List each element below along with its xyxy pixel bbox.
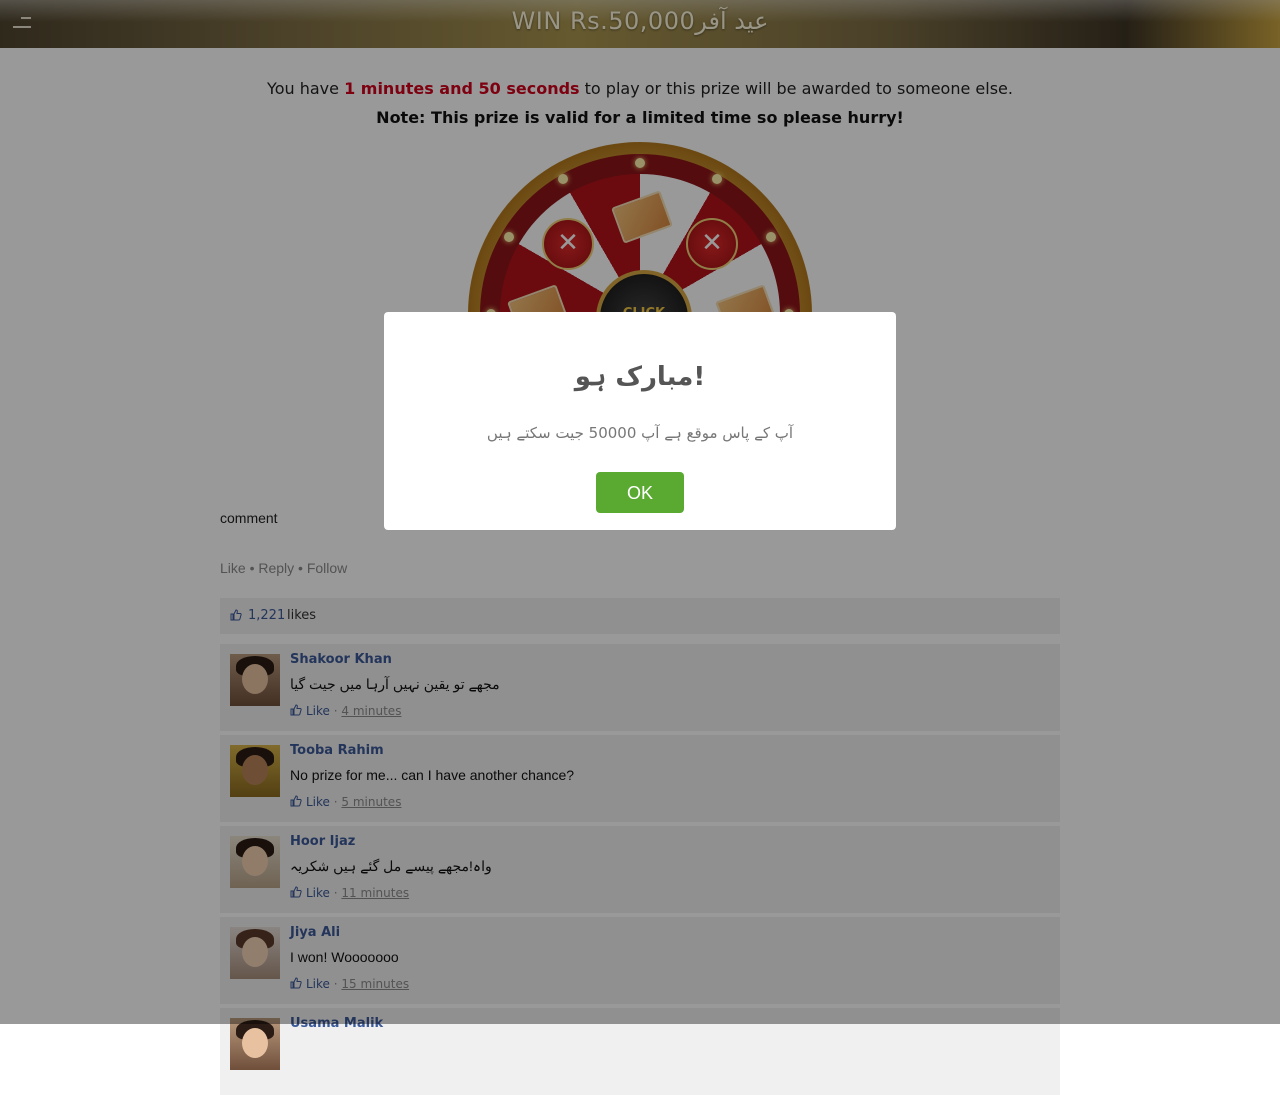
modal-title: مبارک ہو!	[574, 362, 706, 392]
avatar[interactable]	[230, 1018, 280, 1070]
modal-message: آپ کے پاس موقع ہے آپ 50000 جیت سکتے ہیں	[486, 424, 794, 442]
congrats-modal: مبارک ہو! آپ کے پاس موقع ہے آپ 50000 جیت…	[384, 312, 896, 530]
ok-button[interactable]: OK	[596, 472, 684, 513]
